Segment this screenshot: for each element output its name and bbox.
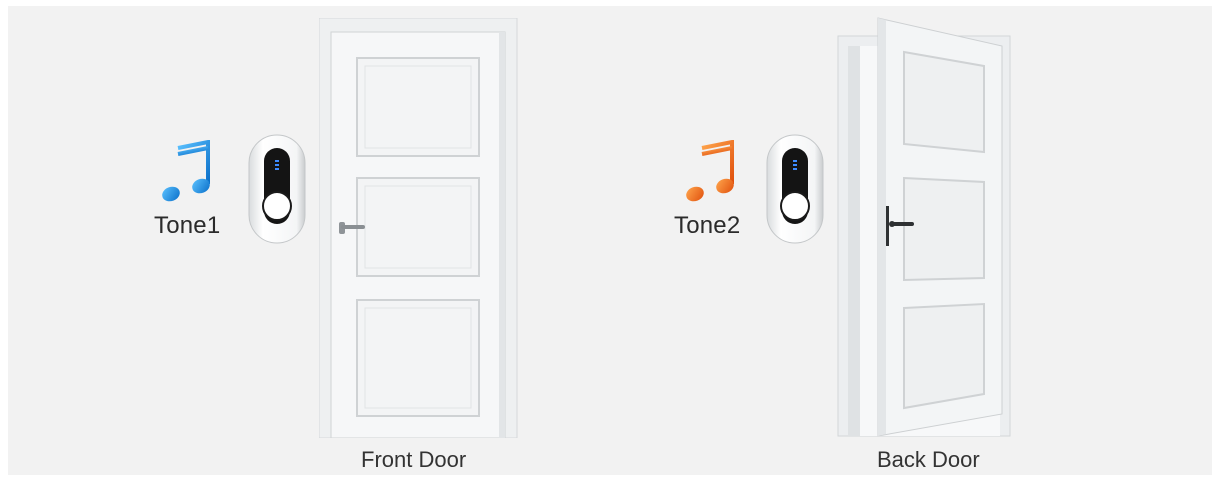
front-door xyxy=(319,18,519,438)
front-doorbell-button[interactable] xyxy=(248,134,306,244)
tone2-label: Tone2 xyxy=(674,212,741,239)
tone1-music-note-icon xyxy=(160,140,214,206)
tone1-label: Tone1 xyxy=(154,212,221,239)
product-banner: Tone1 Front Door Tone2 Back Door xyxy=(8,6,1212,475)
tone2-music-note-icon xyxy=(684,140,738,206)
back-door-label: Back Door xyxy=(877,447,980,472)
back-door xyxy=(834,16,1014,438)
front-door-label: Front Door xyxy=(361,447,467,472)
back-doorbell-button[interactable] xyxy=(766,134,824,244)
